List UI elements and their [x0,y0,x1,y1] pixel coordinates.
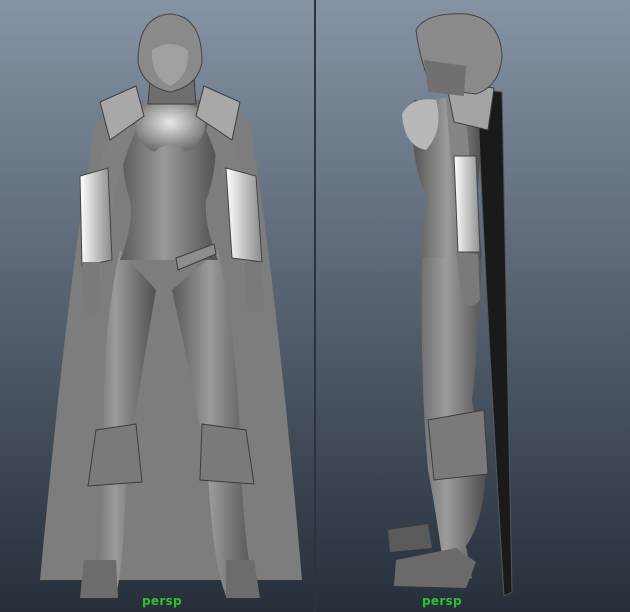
face-mesh [424,60,466,96]
left-foot [80,560,118,598]
camera-label-front: persp [142,594,182,608]
left-bracer [79,167,113,267]
bracer [453,155,481,253]
right-bracer [225,167,263,263]
viewport-side-canvas[interactable] [316,0,630,612]
viewport-side[interactable]: persp [316,0,630,612]
right-foot [226,560,260,598]
viewport-front-canvas[interactable] [0,0,314,612]
viewport-front[interactable]: persp [0,0,314,612]
left-hand [82,262,100,314]
left-boot-cuff [87,423,143,487]
right-boot-cuff [199,423,255,485]
chest-armor [134,103,206,152]
camera-label-side: persp [422,594,462,608]
viewport-area: persp persp [0,0,630,612]
boot-cuff [427,409,489,481]
